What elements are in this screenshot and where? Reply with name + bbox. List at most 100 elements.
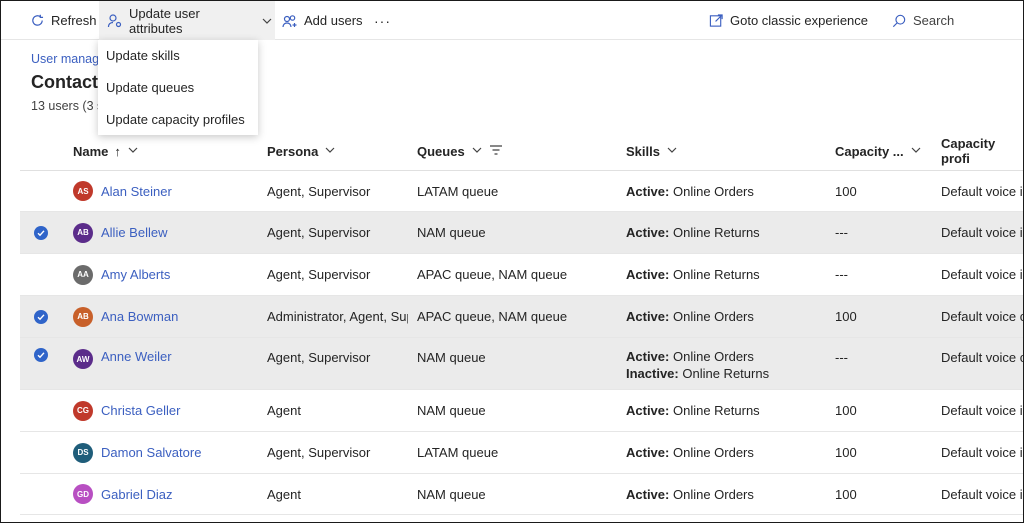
table-row[interactable]: GD Gabriel Diaz Agent NAM queue Active: Onli… — [20, 474, 1023, 515]
chevron-down-icon — [259, 13, 275, 29]
breadcrumb[interactable]: User manage — [31, 52, 106, 66]
queues-cell: NAM queue — [417, 350, 486, 365]
skill-name: Online Returns — [678, 366, 770, 381]
capacity-profile-cell: Default voice i — [941, 267, 1023, 282]
user-name-link[interactable]: Christa Geller — [101, 403, 180, 418]
avatar: CG — [73, 400, 93, 421]
skills-cell: Active: Online Orders — [626, 171, 826, 211]
row-selected-checkmark-icon[interactable] — [34, 226, 48, 240]
refresh-button[interactable]: Refresh — [29, 1, 97, 40]
capacity-cell: 100 — [835, 309, 857, 324]
table-row[interactable]: AW Anne Weiler Agent, Supervisor NAM queue A… — [20, 338, 1023, 390]
avatar: AA — [73, 264, 93, 285]
column-header-capacity[interactable]: Capacity ... — [835, 131, 922, 171]
search-icon — [891, 13, 907, 29]
table-row[interactable]: AA Amy Alberts Agent, Supervisor APAC queue… — [20, 254, 1023, 296]
name-cell: AB Ana Bowman — [73, 296, 253, 337]
user-name-link[interactable]: Damon Salvatore — [101, 445, 201, 460]
name-cell: CG Christa Geller — [73, 390, 253, 431]
capacity-cell: --- — [835, 225, 848, 240]
column-queues-label: Queues — [417, 143, 465, 159]
filter-icon[interactable] — [489, 144, 503, 159]
user-name-link[interactable]: Amy Alberts — [101, 267, 170, 282]
persona-cell: Agent — [267, 486, 301, 502]
refresh-label: Refresh — [51, 13, 97, 28]
column-capacity-label: Capacity ... — [835, 143, 904, 159]
column-header-name[interactable]: Name ↑ — [73, 131, 139, 171]
skill-state: Active: — [626, 403, 670, 418]
queues-cell: LATAM queue — [417, 183, 499, 199]
queues-cell: APAC queue, NAM queue — [417, 267, 568, 282]
capacity-cell: 100 — [835, 403, 857, 418]
capacity-cell: 100 — [835, 445, 857, 460]
skill-state: Active: — [626, 349, 670, 364]
name-cell: AB Allie Bellew — [73, 212, 253, 253]
capacity-cell: --- — [835, 350, 848, 365]
skill-entry: Active: Online Returns — [626, 266, 760, 283]
search-button[interactable]: Search — [891, 1, 954, 40]
sort-ascending-icon: ↑ — [114, 143, 121, 159]
persona-cell: Agent, Supervisor — [267, 445, 371, 460]
column-header-queues[interactable]: Queues — [417, 131, 503, 171]
skill-name: Online Returns — [669, 225, 760, 240]
capacity-profile-cell: Default voice c — [941, 350, 1023, 365]
column-header-persona[interactable]: Persona — [267, 131, 336, 171]
menu-item-update-skills[interactable]: Update skills — [98, 40, 258, 72]
row-selected-checkmark-icon[interactable] — [34, 348, 48, 362]
grid-header: Name ↑ Persona Queues Skills Capacity ..… — [20, 131, 1023, 171]
table-row[interactable]: DS Damon Salvatore Agent, Supervisor LATAM … — [20, 432, 1023, 474]
persona-cell: Agent, Supervisor — [267, 183, 371, 199]
skills-cell: Active: Online Orders — [626, 432, 826, 473]
capacity-cell: 100 — [835, 486, 857, 502]
capacity-profile-cell: Default voice i — [941, 183, 1023, 199]
avatar: DS — [73, 442, 93, 463]
table-row[interactable]: AB Allie Bellew Agent, Supervisor NAM queue… — [20, 212, 1023, 254]
column-header-skills[interactable]: Skills — [626, 131, 678, 171]
name-cell: AS Alan Steiner — [73, 171, 253, 211]
column-header-capacity-profile[interactable]: Capacity profi — [941, 131, 1023, 171]
user-name-link[interactable]: Ana Bowman — [101, 309, 178, 324]
user-name-link[interactable]: Allie Bellew — [101, 225, 167, 240]
table-row[interactable]: AS Alan Steiner Agent, Supervisor LATAM que… — [20, 171, 1023, 212]
add-users-label: Add users — [304, 13, 363, 28]
column-name-label: Name — [73, 143, 109, 159]
menu-item-update-queues[interactable]: Update queues — [98, 72, 258, 104]
skill-name: Online Orders — [669, 349, 754, 364]
avatar: AB — [73, 306, 93, 327]
queues-cell: APAC queue, NAM queue — [417, 309, 568, 324]
capacity-profile-cell: Default voice i — [941, 403, 1023, 418]
update-user-attributes-button[interactable]: Update user attributes — [99, 1, 275, 40]
name-cell: AW Anne Weiler — [73, 338, 253, 389]
skills-cell: Active: Online Orders — [626, 474, 826, 514]
queues-cell: NAM queue — [417, 403, 486, 418]
column-skills-label: Skills — [626, 143, 660, 159]
skill-entry: Active: Online Orders — [626, 183, 754, 200]
search-label: Search — [913, 13, 955, 28]
skill-name: Online Orders — [669, 309, 754, 324]
goto-classic-button[interactable]: Goto classic experience — [708, 1, 868, 40]
skill-name: Online Returns — [669, 267, 760, 282]
queues-cell: NAM queue — [417, 486, 486, 502]
row-selected-checkmark-icon[interactable] — [34, 310, 48, 324]
skill-state: Inactive: — [626, 366, 679, 381]
more-commands-button[interactable]: ··· — [374, 1, 391, 40]
user-name-link[interactable]: Gabriel Diaz — [101, 487, 173, 502]
add-users-button[interactable]: Add users — [282, 1, 363, 40]
goto-classic-label: Goto classic experience — [730, 13, 869, 28]
menu-item-update-capacity-profiles[interactable]: Update capacity profiles — [98, 104, 258, 136]
avatar: AS — [73, 181, 93, 201]
skill-entry: Active: Online Returns — [626, 402, 760, 419]
skill-entry: Active: Online Orders — [626, 444, 754, 461]
chevron-down-icon — [910, 144, 922, 159]
open-external-icon — [708, 13, 724, 29]
table-row[interactable]: AB Ana Bowman Administrator, Agent, Sup APA… — [20, 296, 1023, 338]
grid-body: AS Alan Steiner Agent, Supervisor LATAM que… — [20, 171, 1023, 515]
users-grid: Name ↑ Persona Queues Skills Capacity ..… — [20, 131, 1023, 515]
chevron-down-icon — [127, 144, 139, 159]
user-name-link[interactable]: Alan Steiner — [101, 184, 172, 199]
skill-entry: Inactive: Online Returns — [626, 365, 769, 382]
user-name-link[interactable]: Anne Weiler — [101, 349, 172, 364]
name-cell: GD Gabriel Diaz — [73, 474, 253, 514]
avatar: GD — [73, 484, 93, 504]
table-row[interactable]: CG Christa Geller Agent NAM queue Active: On… — [20, 390, 1023, 432]
